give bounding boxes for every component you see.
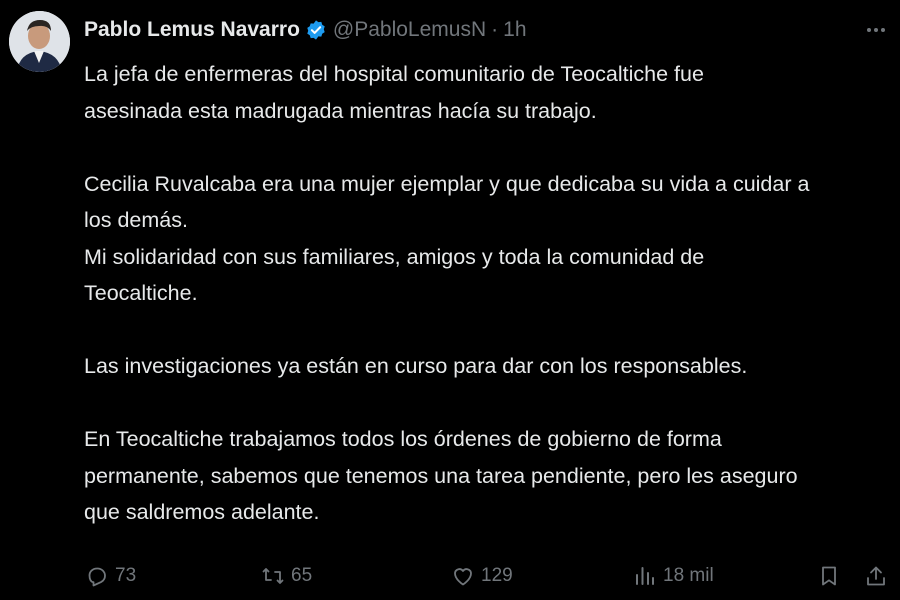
reply-icon bbox=[88, 567, 106, 587]
action-bar: 73 65 129 18 mil bbox=[0, 558, 900, 594]
avatar[interactable] bbox=[9, 11, 70, 72]
verified-badge-icon bbox=[305, 19, 327, 41]
tweet-line: Teocaltiche. bbox=[84, 281, 198, 305]
tweet[interactable]: Pablo Lemus Navarro @PabloLemusN · 1h La… bbox=[0, 0, 900, 600]
author-name[interactable]: Pablo Lemus Navarro bbox=[84, 18, 300, 42]
heart-icon bbox=[454, 568, 472, 586]
tweet-line: los demás. bbox=[84, 208, 188, 232]
share-icon bbox=[867, 566, 885, 586]
tweet-line: asesinada esta madrugada mientras hacía … bbox=[84, 98, 597, 123]
reply-button[interactable]: 73 bbox=[85, 558, 136, 594]
tweet-line: permanente, sabemos que tenemos una tare… bbox=[84, 463, 798, 488]
bookmark-button[interactable] bbox=[817, 558, 841, 594]
tweet-paragraph: En Teocaltiche trabajamos todos los órde… bbox=[84, 421, 884, 531]
share-button[interactable] bbox=[864, 558, 888, 594]
tweet-text: La jefa de enfermeras del hospital comun… bbox=[84, 56, 884, 531]
tweet-header: Pablo Lemus Navarro @PabloLemusN · 1h bbox=[84, 14, 527, 46]
repost-icon bbox=[262, 568, 284, 584]
reply-count: 73 bbox=[115, 565, 137, 586]
views-button[interactable]: 18 mil bbox=[633, 558, 714, 594]
tweet-paragraph: La jefa de enfermeras del hospital comun… bbox=[84, 56, 884, 129]
repost-button[interactable]: 65 bbox=[261, 558, 312, 594]
views-chart-icon bbox=[636, 567, 654, 585]
tweet-line: Las investigaciones ya están en curso pa… bbox=[84, 354, 748, 378]
separator-dot: · bbox=[491, 18, 499, 41]
tweet-paragraph: Las investigaciones ya están en curso pa… bbox=[84, 348, 884, 385]
tweet-line: La jefa de enfermeras del hospital comun… bbox=[84, 62, 704, 86]
timestamp[interactable]: 1h bbox=[503, 18, 526, 42]
author-handle[interactable]: @PabloLemusN bbox=[333, 18, 486, 42]
bookmark-icon bbox=[822, 566, 836, 586]
repost-count: 65 bbox=[291, 565, 313, 586]
more-options-icon[interactable] bbox=[864, 18, 888, 42]
like-button[interactable]: 129 bbox=[451, 558, 513, 594]
tweet-paragraph: Cecilia Ruvalcaba era una mujer ejemplar… bbox=[84, 166, 884, 312]
tweet-line: que saldremos adelante. bbox=[84, 500, 320, 524]
like-count: 129 bbox=[481, 565, 513, 586]
tweet-line: Cecilia Ruvalcaba era una mujer ejemplar… bbox=[84, 171, 810, 196]
profile-photo-icon bbox=[9, 11, 70, 72]
views-count: 18 mil bbox=[663, 565, 714, 586]
tweet-line: Mi solidaridad con sus familiares, amigo… bbox=[84, 244, 705, 269]
tweet-line: En Teocaltiche trabajamos todos los órde… bbox=[84, 427, 722, 451]
